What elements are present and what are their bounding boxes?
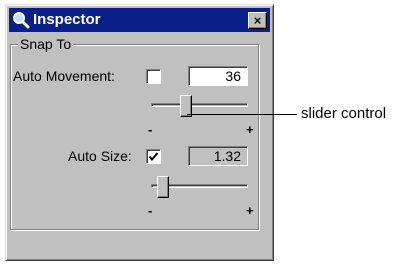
- checkmark-icon: [148, 152, 159, 162]
- auto-size-slider-min: -: [148, 203, 153, 218]
- auto-size-checkbox[interactable]: [146, 149, 161, 164]
- auto-movement-slider-min: -: [148, 122, 153, 137]
- auto-size-label: Auto Size:: [68, 148, 132, 164]
- auto-size-slider-thumb[interactable]: [157, 176, 169, 198]
- auto-size-value-field[interactable]: 1.32: [188, 146, 248, 166]
- title-bar[interactable]: Inspector ×: [9, 8, 270, 32]
- callout-label: slider control: [301, 105, 387, 122]
- close-button[interactable]: ×: [248, 12, 267, 29]
- auto-movement-value-field[interactable]: 36: [188, 66, 248, 86]
- group-label: Snap To: [18, 36, 74, 52]
- auto-size-slider-max: +: [246, 203, 254, 218]
- magnifier-icon: [12, 11, 30, 34]
- auto-movement-label: Auto Movement:: [13, 68, 115, 84]
- auto-movement-slider-track[interactable]: [151, 103, 248, 107]
- auto-movement-checkbox[interactable]: [146, 69, 161, 84]
- window-title: Inspector: [33, 11, 101, 28]
- callout-leader-line: [187, 114, 297, 115]
- auto-movement-slider-max: +: [246, 122, 254, 137]
